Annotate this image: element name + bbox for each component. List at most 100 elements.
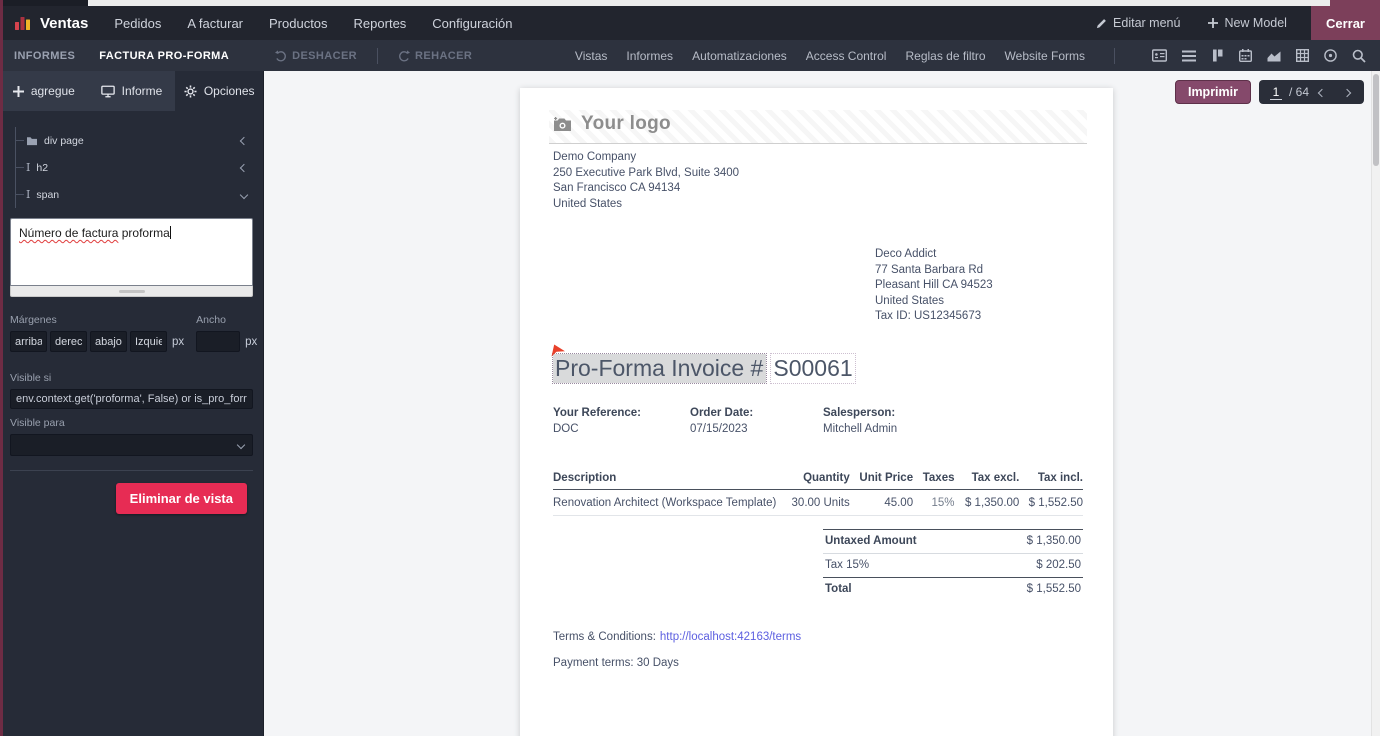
width-group: Ancho px — [196, 314, 259, 352]
undo-label: DESHACER — [292, 49, 358, 62]
customer-country: United States — [875, 294, 945, 307]
invoice-title: Pro-Forma Invoice # S00061 — [551, 344, 1083, 384]
margin-top-input[interactable] — [10, 331, 47, 352]
order-date-label: Order Date: — [690, 406, 754, 419]
collapse-chevron-icon[interactable] — [239, 135, 249, 147]
margin-left-input[interactable] — [130, 331, 167, 352]
next-page-icon[interactable] — [1341, 83, 1353, 101]
scrollbar-thumb[interactable] — [1373, 74, 1379, 166]
kanban-view-icon[interactable] — [1211, 49, 1224, 62]
text-caret — [169, 226, 171, 239]
cell-unit-price: 45.00 — [849, 489, 914, 516]
form-view-icon[interactable] — [1152, 49, 1167, 62]
terms-label: Terms & Conditions: — [553, 630, 656, 643]
breadcrumb-informes[interactable]: INFORMES — [14, 50, 75, 62]
plus-icon — [12, 85, 24, 97]
studio-link-informes[interactable]: Informes — [626, 49, 673, 63]
new-model-link[interactable]: New Model — [1208, 16, 1287, 30]
tab-opciones[interactable]: Opciones — [175, 71, 264, 111]
edit-menu-link[interactable]: Editar menú — [1096, 16, 1180, 30]
window-left-edge — [0, 0, 3, 736]
app-name[interactable]: Ventas — [40, 15, 88, 32]
tree-item-span[interactable]: I span — [16, 181, 253, 208]
totals-block: Untaxed Amount $ 1,350.00 Tax 15% $ 202.… — [823, 528, 1083, 601]
close-studio-button[interactable]: Cerrar — [1310, 6, 1380, 40]
margin-bottom-input[interactable] — [90, 331, 127, 352]
company-name: Demo Company — [553, 151, 637, 163]
customer-name: Deco Addict — [875, 248, 937, 260]
tax-label: Tax 15% — [825, 558, 870, 571]
order-info-row: Your Reference: DOC Order Date: 07/15/20… — [553, 407, 1083, 443]
report-preview-area: Imprimir / 64 Your logo Demo Company 250… — [264, 71, 1380, 736]
nav-item-productos[interactable]: Productos — [269, 16, 328, 31]
studio-link-reglas-de-filtro[interactable]: Reglas de filtro — [905, 49, 985, 63]
nav-item-configuracion[interactable]: Configuración — [432, 16, 512, 31]
table-row[interactable]: Renovation Architect (Workspace Template… — [553, 489, 1083, 516]
gear-icon — [184, 84, 197, 98]
pivot-view-icon[interactable] — [1296, 49, 1309, 62]
textarea-resize-handle[interactable] — [10, 286, 253, 297]
total-value: $ 1,552.50 — [1026, 582, 1081, 595]
expand-chevron-icon[interactable] — [239, 189, 249, 201]
nav-item-a-facturar[interactable]: A facturar — [187, 16, 243, 31]
divider — [377, 47, 379, 64]
tab-informe[interactable]: Informe — [88, 71, 176, 111]
visible-for-select[interactable] — [10, 434, 253, 456]
calendar-view-icon[interactable] — [1239, 49, 1252, 62]
payment-terms-line: Payment terms: 30 Days — [553, 656, 679, 669]
breadcrumb-factura-proforma[interactable]: FACTURA PRO-FORMA — [99, 50, 229, 62]
title-selected-span[interactable]: Pro-Forma Invoice # — [551, 352, 768, 384]
total-label: Total — [825, 582, 852, 595]
studio-sidebar: agregue Informe Opciones div page I h2 I… — [0, 71, 264, 736]
redo-button[interactable]: REHACER — [398, 50, 472, 62]
list-view-icon[interactable] — [1182, 50, 1196, 62]
tab-agregue-label: agregue — [30, 84, 75, 98]
activity-view-icon[interactable] — [1324, 49, 1337, 62]
graph-view-icon[interactable] — [1267, 50, 1281, 62]
undo-button[interactable]: DESHACER — [275, 50, 357, 62]
col-unit-price: Unit Price — [849, 471, 914, 490]
untaxed-amount-label: Untaxed Amount — [825, 534, 917, 547]
total-row: Total $ 1,552.50 — [823, 576, 1083, 601]
studio-link-automatizaciones[interactable]: Automatizaciones — [692, 49, 787, 63]
width-input[interactable] — [196, 331, 241, 352]
company-address: Demo Company 250 Executive Park Blvd, Su… — [553, 150, 1083, 212]
customer-address: Deco Addict 77 Santa Barbara Rd Pleasant… — [875, 247, 1083, 325]
studio-link-website-forms[interactable]: Website Forms — [1005, 49, 1085, 63]
camera-icon — [554, 116, 571, 131]
print-button[interactable]: Imprimir — [1174, 80, 1251, 104]
collapse-chevron-icon[interactable] — [239, 162, 249, 174]
chevron-down-icon — [236, 440, 246, 450]
page-total: / 64 — [1288, 85, 1309, 99]
remove-from-view-button[interactable]: Eliminar de vista — [115, 483, 247, 514]
tree-item-label: span — [36, 188, 60, 201]
margin-right-input[interactable] — [50, 331, 87, 352]
page-number-input[interactable] — [1269, 84, 1282, 100]
col-tax-excl: Tax excl. — [954, 471, 1020, 490]
studio-link-access-control[interactable]: Access Control — [806, 49, 887, 63]
element-text-editor[interactable]: Número de factura proforma — [10, 218, 253, 286]
vertical-scrollbar[interactable] — [1371, 71, 1380, 736]
tree-item-h2[interactable]: I h2 — [16, 154, 253, 181]
previous-page-icon[interactable] — [1316, 83, 1328, 101]
search-icon[interactable] — [1352, 49, 1366, 63]
customer-street: 77 Santa Barbara Rd — [875, 263, 984, 276]
logo-placeholder[interactable]: Your logo — [549, 110, 1087, 144]
nav-item-reportes[interactable]: Reportes — [354, 16, 407, 31]
visible-if-input[interactable] — [10, 389, 253, 409]
tree-item-label: div page — [44, 134, 84, 147]
reference-value: DOC — [553, 422, 579, 435]
pencil-icon — [1096, 18, 1106, 28]
editor-text-misspelled: Número de factura — [19, 226, 119, 240]
studio-link-vistas[interactable]: Vistas — [575, 49, 607, 63]
tree-item-div-page[interactable]: div page — [16, 127, 253, 154]
new-model-label: New Model — [1224, 16, 1287, 30]
tab-agregue[interactable]: agregue — [0, 71, 88, 111]
salesperson-label: Salesperson: — [823, 406, 896, 419]
col-quantity: Quantity — [776, 471, 850, 490]
terms-link[interactable]: http://localhost:42163/terms — [660, 631, 801, 643]
invoice-page: Your logo Demo Company 250 Executive Par… — [520, 88, 1113, 736]
nav-item-pedidos[interactable]: Pedidos — [114, 16, 161, 31]
title-order-number[interactable]: S00061 — [770, 352, 856, 384]
tree-item-label: h2 — [36, 161, 49, 174]
